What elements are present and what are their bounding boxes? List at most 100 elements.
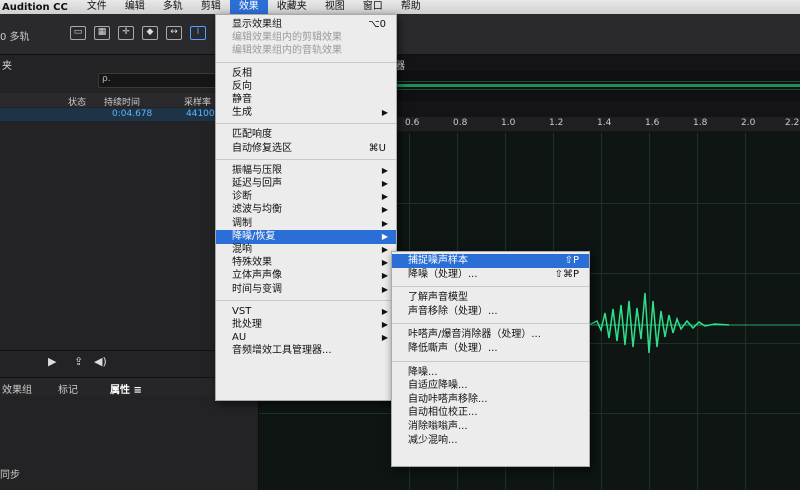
menu-item[interactable]: 静音 xyxy=(216,93,396,107)
ruler-tick: 0.8 xyxy=(453,118,468,128)
menu-item-label: 立体声声像 xyxy=(232,270,282,282)
time-selection-icon[interactable]: I xyxy=(190,26,206,40)
menu-item[interactable]: 生成 ▶ xyxy=(216,106,396,120)
menu-item-label: 时间与变调 xyxy=(232,283,282,295)
speaker-icon[interactable]: ◀) xyxy=(94,355,107,368)
menu-item[interactable]: 捕捉噪声样本 ⇧P xyxy=(392,254,589,268)
slip-tool-icon[interactable]: ↔ xyxy=(166,26,182,40)
menu-item[interactable]: AU ▶ xyxy=(216,331,396,345)
sync-label: 同步 xyxy=(0,470,20,481)
time-ruler[interactable]: 0.6 0.8 1.0 1.2 1.4 1.6 1.8 2.0 2.2 xyxy=(395,117,800,131)
menu-item[interactable]: 混响 ▶ xyxy=(216,243,396,257)
menu-item[interactable]: 自适应降噪... xyxy=(392,379,589,393)
move-tool-icon[interactable]: ✛ xyxy=(118,26,134,40)
submenu-arrow-icon: ▶ xyxy=(381,218,388,228)
menu-item[interactable]: 批处理 ▶ xyxy=(216,318,396,332)
ruler-tick: 1.4 xyxy=(597,118,612,128)
submenu-arrow-icon: ▶ xyxy=(381,284,388,294)
menu-item[interactable]: 降噪/恢复 ▶ xyxy=(216,229,396,244)
menu-item[interactable]: 消除嗡嗡声... xyxy=(392,420,589,434)
menu-item[interactable]: 显示效果组 ⌥0 xyxy=(216,18,396,32)
menu-item[interactable]: 声音移除（处理）... xyxy=(392,305,589,319)
menu-item[interactable]: 反相 xyxy=(216,67,396,81)
app-name[interactable]: Audition CC xyxy=(0,2,78,13)
submenu-arrow-icon: ▶ xyxy=(381,258,388,268)
menu-item-label: 降噪... xyxy=(408,366,438,378)
menu-item-label: 调制 xyxy=(232,217,252,229)
ruler-tick: 1.0 xyxy=(501,118,516,128)
spectral-view-icon[interactable]: ▦ xyxy=(94,26,110,40)
panel-title: 夹 xyxy=(2,61,12,72)
menu-item[interactable]: 音频增效工具管理器... xyxy=(216,344,396,358)
tab-markers[interactable]: 标记 xyxy=(58,381,78,396)
submenu-arrow-icon: ▶ xyxy=(381,231,388,241)
menu-item[interactable]: 自动修复选区 ⌘U xyxy=(216,142,396,156)
menu-item-label: 自适应降噪... xyxy=(408,380,468,392)
menu-item[interactable]: 降噪（处理）... ⇧⌘P xyxy=(392,268,589,282)
overview-waveform[interactable] xyxy=(395,71,800,101)
razor-tool-icon[interactable]: ◆ xyxy=(142,26,158,40)
waveform-view-icon[interactable]: ▭ xyxy=(70,26,86,40)
menu-window[interactable]: 窗口 xyxy=(354,0,392,14)
menu-separator xyxy=(392,360,589,362)
menu-separator xyxy=(392,286,589,288)
menu-edit[interactable]: 编辑 xyxy=(116,0,154,14)
column-status[interactable]: 状态 xyxy=(68,95,86,108)
noise-reduction-submenu: 捕捉噪声样本 ⇧P 降噪（处理）... ⇧⌘P 了解声音模型 声音移除（处理）... 咔嗒声… xyxy=(391,251,590,467)
menu-item-label: 降低嘶声（处理）... xyxy=(408,343,498,354)
menu-item-label: 匹配响度 xyxy=(232,129,272,141)
menu-item: 编辑效果组内的音轨效果 xyxy=(216,44,396,58)
menu-item[interactable]: 咔嗒声/爆音消除器（处理）... xyxy=(392,328,589,342)
submenu-arrow-icon: ▶ xyxy=(381,271,388,281)
menu-separator xyxy=(216,158,396,160)
menu-item[interactable]: VST ▶ xyxy=(216,305,396,319)
menu-item[interactable]: 延迟与回声 ▶ xyxy=(216,177,396,191)
menu-item-label: 咔嗒声/爆音消除器（处理）... xyxy=(408,329,541,341)
menu-item[interactable]: 了解声音模型 xyxy=(392,291,589,305)
menu-item-label: 诊断 xyxy=(232,191,252,203)
menu-separator xyxy=(216,299,396,301)
menu-item[interactable]: 诊断 ▶ xyxy=(216,190,396,204)
menu-item[interactable]: 调制 ▶ xyxy=(216,217,396,231)
menu-item-shortcut: ⌘U xyxy=(368,142,386,154)
menu-item[interactable]: 降噪... xyxy=(392,366,589,380)
menu-item[interactable]: 时间与变调 ▶ xyxy=(216,283,396,297)
menu-item[interactable]: 滤波与均衡 ▶ xyxy=(216,203,396,217)
menu-item[interactable]: 特殊效果 ▶ xyxy=(216,256,396,270)
menu-clip[interactable]: 剪辑 xyxy=(192,0,230,14)
menu-effects[interactable]: 效果 xyxy=(229,0,268,14)
menu-item[interactable]: 反向 xyxy=(216,80,396,94)
play-icon[interactable]: ▶ xyxy=(48,355,56,368)
submenu-arrow-icon: ▶ xyxy=(381,245,388,254)
menu-item[interactable]: 自动咔嗒声移除... xyxy=(392,393,589,407)
menu-item-label: 特殊效果 xyxy=(232,257,272,269)
multitrack-view-button[interactable]: 0 多轨 xyxy=(0,28,30,43)
submenu-arrow-icon: ▶ xyxy=(381,108,388,118)
submenu-arrow-icon: ▶ xyxy=(381,165,388,175)
tab-effects-rack[interactable]: 效果组 xyxy=(2,381,32,396)
menu-item-label: 音频增效工具管理器... xyxy=(232,345,332,357)
column-sample-rate[interactable]: 采样率 xyxy=(184,95,211,108)
menu-item-label: 捕捉噪声样本 xyxy=(408,255,468,266)
menu-file[interactable]: 文件 xyxy=(78,0,116,14)
menu-separator xyxy=(216,61,396,63)
menu-item-label: 反相 xyxy=(232,67,252,79)
menu-item[interactable]: 立体声声像 ▶ xyxy=(216,269,396,283)
menu-multitrack[interactable]: 多轨 xyxy=(154,0,192,14)
menu-item[interactable]: 降低嘶声（处理）... xyxy=(392,342,589,356)
menu-item-label: 消除嗡嗡声... xyxy=(408,421,468,432)
tab-properties[interactable]: 属性 ≡ xyxy=(110,381,142,396)
menu-help[interactable]: 帮助 xyxy=(392,0,430,14)
menu-item-label: 了解声音模型 xyxy=(408,292,468,304)
search-icon: ρ. xyxy=(102,74,111,84)
menu-item-label: 减少混响... xyxy=(408,434,458,446)
column-duration[interactable]: 持续时间 xyxy=(104,95,140,108)
menu-item[interactable]: 减少混响... xyxy=(392,434,589,448)
menu-item[interactable]: 振幅与压限 ▶ xyxy=(216,164,396,178)
export-icon[interactable]: ⇪ xyxy=(74,355,83,368)
menu-view[interactable]: 视图 xyxy=(316,0,354,14)
menu-item[interactable]: 匹配响度 xyxy=(216,128,396,142)
menu-favorites[interactable]: 收藏夹 xyxy=(268,0,316,14)
menu-item[interactable]: 自动相位校正... xyxy=(392,406,589,420)
menu-item-label: 反向 xyxy=(232,80,252,92)
